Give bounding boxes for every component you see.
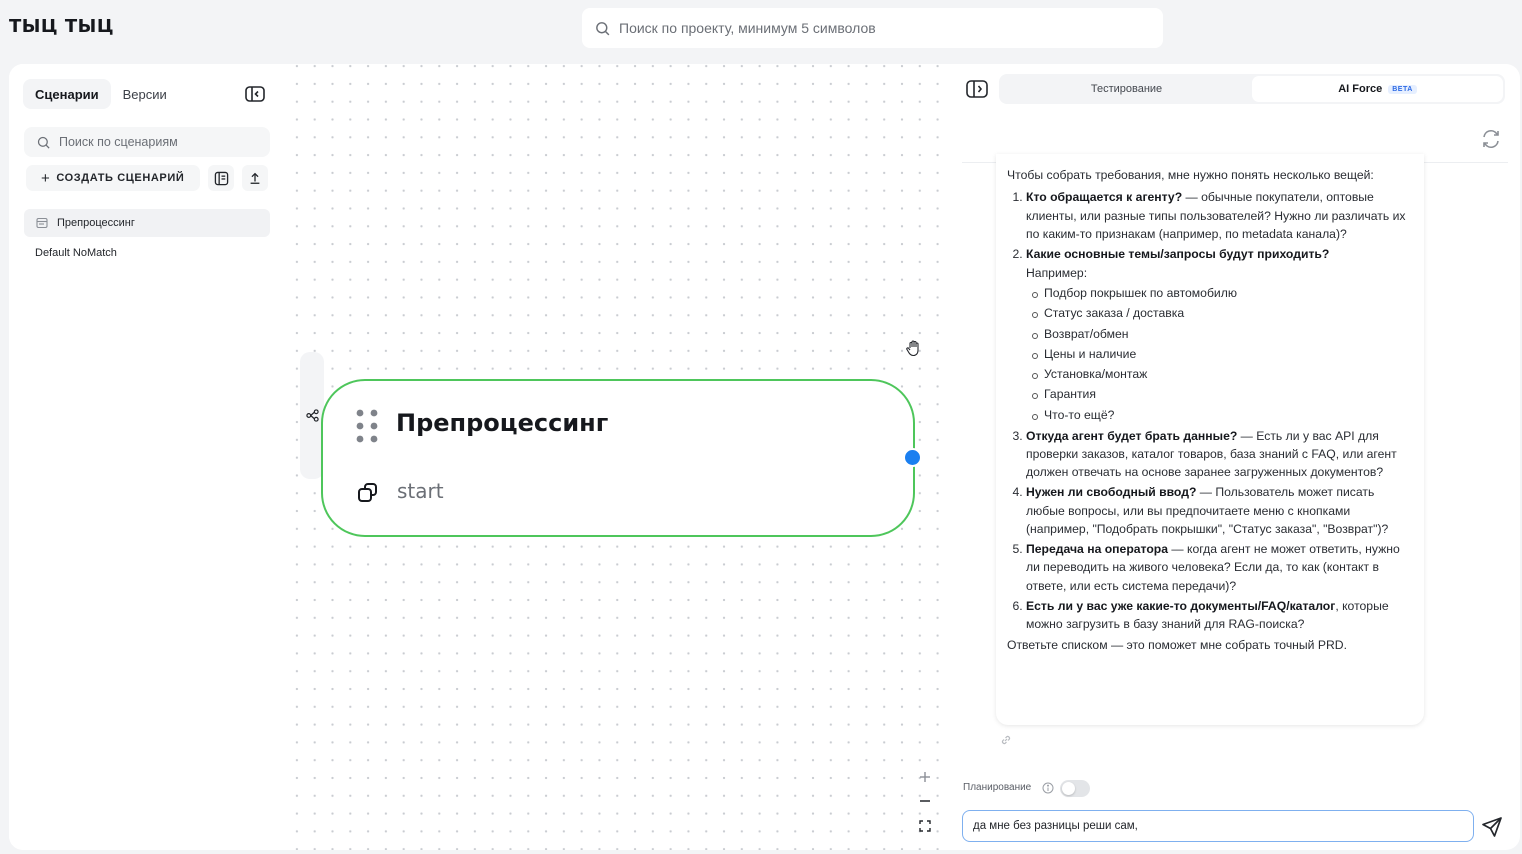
scenario-item-default-nomatch[interactable]: Default NoMatch bbox=[24, 239, 270, 267]
refresh-icon[interactable] bbox=[1480, 128, 1502, 150]
fit-view-button[interactable] bbox=[914, 815, 936, 837]
list-item: Подбор покрышек по автомобилю bbox=[1032, 283, 1412, 303]
list-item: Статус заказа / доставка bbox=[1032, 303, 1412, 323]
tab-ai-force-label: AI Force bbox=[1338, 83, 1383, 95]
branch-icon bbox=[305, 409, 319, 422]
minus-icon bbox=[920, 800, 930, 802]
list-item: Есть ли у вас уже какие-то документы/FAQ… bbox=[1026, 597, 1412, 634]
list-item: Откуда агент будет брать данные? — Есть … bbox=[1026, 427, 1412, 482]
plus-icon bbox=[920, 772, 930, 782]
create-scenario-button[interactable]: + СОЗДАТЬ СЦЕНАРИЙ bbox=[26, 165, 200, 191]
scenario-icon bbox=[36, 217, 48, 229]
tab-scenarios[interactable]: Сценарии bbox=[23, 79, 111, 109]
list-item: Возврат/обмен bbox=[1032, 324, 1412, 344]
node-subtitle: start bbox=[397, 479, 444, 503]
node-output-port[interactable] bbox=[903, 448, 922, 467]
list-item: Гарантия bbox=[1032, 384, 1412, 404]
scenario-label: Препроцессинг bbox=[57, 217, 135, 229]
item-title: Какие основные темы/запросы будут приход… bbox=[1026, 247, 1330, 262]
global-search-input[interactable] bbox=[619, 20, 1139, 36]
topic-sublist: Подбор покрышек по автомобилю Статус зак… bbox=[1026, 283, 1412, 425]
tab-ai-force[interactable]: AI Force BETA bbox=[1252, 76, 1503, 102]
list-item: Кто обращается к агенту? — обычные покуп… bbox=[1026, 188, 1412, 243]
fullscreen-icon bbox=[919, 820, 931, 832]
zoom-out-button[interactable] bbox=[914, 790, 936, 812]
drag-handle-icon[interactable] bbox=[356, 409, 380, 443]
search-icon bbox=[596, 21, 610, 35]
item-title: Кто обращается к агенту? bbox=[1026, 190, 1183, 205]
search-icon bbox=[37, 136, 50, 149]
node-title: Препроцессинг bbox=[396, 409, 609, 437]
item-title: Передача на оператора bbox=[1026, 541, 1169, 556]
panel-toggle-icon[interactable] bbox=[966, 80, 988, 98]
sidebar-tabs: Сценарии Версии bbox=[23, 78, 271, 110]
import-button[interactable] bbox=[208, 165, 234, 191]
scenario-node[interactable]: Препроцессинг start bbox=[321, 379, 915, 537]
plus-icon: + bbox=[41, 169, 51, 187]
item-title: Нужен ли свободный ввод? bbox=[1026, 485, 1197, 500]
item-title: Откуда агент будет брать данные? bbox=[1026, 428, 1238, 443]
list-item: Что-то ещё? bbox=[1032, 405, 1412, 425]
scenario-search[interactable] bbox=[24, 127, 270, 157]
collapse-sidebar-icon[interactable] bbox=[245, 86, 265, 102]
item-title: Есть ли у вас уже какие-то документы/FAQ… bbox=[1026, 598, 1336, 613]
create-scenario-label: СОЗДАТЬ СЦЕНАРИЙ bbox=[56, 172, 185, 184]
flow-canvas[interactable]: Препроцессинг start bbox=[281, 64, 950, 850]
chat-input[interactable] bbox=[962, 810, 1474, 842]
planning-label: Планирование bbox=[963, 782, 1032, 793]
question-list: Кто обращается к агенту? — обычные покуп… bbox=[1007, 188, 1412, 633]
upload-button[interactable] bbox=[242, 165, 268, 191]
planning-toggle[interactable] bbox=[1060, 780, 1090, 797]
app-logo: ТЫЦ ТЫЦ bbox=[9, 16, 115, 37]
zoom-in-button[interactable] bbox=[914, 766, 936, 788]
item-text: Например: bbox=[1026, 265, 1088, 280]
assistant-message: Чтобы собрать требования, мне нужно поня… bbox=[996, 154, 1424, 725]
template-icon bbox=[214, 171, 228, 185]
message-outro: Ответьте списком — это поможет мне собра… bbox=[1007, 638, 1347, 653]
tab-versions[interactable]: Версии bbox=[111, 79, 179, 109]
upload-icon bbox=[250, 172, 260, 184]
tab-testing[interactable]: Тестирование bbox=[1001, 76, 1252, 102]
info-icon[interactable] bbox=[1042, 782, 1054, 794]
global-search[interactable] bbox=[582, 8, 1163, 48]
scenario-label: Default NoMatch bbox=[35, 247, 117, 259]
list-item: Передача на оператора — когда агент не м… bbox=[1026, 540, 1412, 595]
scenario-search-input[interactable] bbox=[59, 135, 259, 149]
message-intro: Чтобы собрать требования, мне нужно поня… bbox=[1007, 168, 1374, 182]
list-item: Какие основные темы/запросы будут приход… bbox=[1026, 245, 1412, 425]
beta-badge: BETA bbox=[1388, 84, 1417, 94]
send-icon[interactable] bbox=[1481, 816, 1503, 838]
copy-icon bbox=[358, 483, 377, 502]
link-icon[interactable] bbox=[1000, 734, 1012, 746]
editor-panel: Сценарии Версии + СОЗДАТЬ СЦЕНАРИЙ Препр… bbox=[9, 64, 950, 850]
hand-cursor-icon bbox=[906, 340, 919, 357]
scenario-sidebar: Сценарии Версии + СОЗДАТЬ СЦЕНАРИЙ Препр… bbox=[9, 64, 281, 850]
scenario-item-preprocessing[interactable]: Препроцессинг bbox=[24, 209, 270, 237]
assistant-tabs: Тестирование AI Force BETA bbox=[999, 74, 1505, 104]
list-item: Цены и наличие bbox=[1032, 344, 1412, 364]
assistant-panel: Тестирование AI Force BETA Чтобы собрать … bbox=[950, 64, 1520, 850]
list-item: Установка/монтаж bbox=[1032, 364, 1412, 384]
tab-testing-label: Тестирование bbox=[1090, 83, 1163, 95]
list-item: Нужен ли свободный ввод? — Пользователь … bbox=[1026, 483, 1412, 538]
